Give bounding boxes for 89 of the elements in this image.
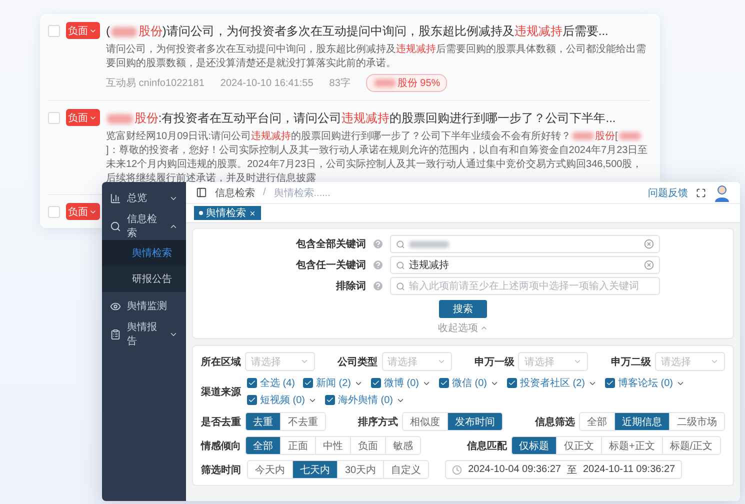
check-icon <box>508 379 516 387</box>
filter-label: 申万二级 <box>610 356 651 368</box>
keyword-field[interactable] <box>390 235 660 253</box>
search-icon <box>396 282 405 290</box>
filter-label: 是否去重 <box>201 416 241 428</box>
checkbox[interactable] <box>48 206 60 218</box>
sidebar-toggle-icon[interactable] <box>196 187 207 198</box>
option-tab[interactable]: 去重 <box>246 413 281 430</box>
check-icon <box>248 396 256 404</box>
fullscreen-icon[interactable] <box>696 188 706 198</box>
feedback-link[interactable]: 问题反馈 <box>648 186 688 200</box>
search-button[interactable]: 搜索 <box>439 300 487 318</box>
filter-label: 所在区域 <box>201 356 241 368</box>
channel-checkbox[interactable]: 微信 (0) <box>439 376 499 390</box>
search-icon <box>396 260 405 270</box>
breadcrumb-separator: / <box>263 187 266 198</box>
collapse-link[interactable]: 收起选项 <box>438 321 488 335</box>
check-icon <box>440 379 448 387</box>
check-icon <box>372 379 380 387</box>
chevron-down-icon <box>436 357 446 366</box>
checkbox[interactable] <box>48 25 60 37</box>
source-text: 互动易 cninfo1022181 <box>106 77 204 90</box>
option-tab[interactable]: 仅标题 <box>512 437 557 454</box>
match-tag: 股份 95% <box>366 74 448 92</box>
sidebar-subitem[interactable]: 舆情检索 <box>102 240 186 266</box>
keyword-field[interactable]: 违规减持 <box>390 256 660 274</box>
chevron-up-icon <box>480 324 488 332</box>
clear-icon[interactable] <box>644 239 654 249</box>
chevron-down-icon <box>573 357 582 366</box>
sentiment-tag[interactable]: 负面 <box>66 109 100 126</box>
option-tab[interactable]: 相似度 <box>403 413 448 430</box>
length-text: 83字 <box>329 76 350 90</box>
search-icon <box>396 240 405 248</box>
close-icon[interactable] <box>249 210 256 216</box>
clipboard-icon <box>110 328 121 340</box>
field-label: 包含任一关键词 <box>294 258 366 272</box>
sentiment-tag[interactable]: 负面 <box>66 203 100 220</box>
option-tab[interactable]: 今天内 <box>248 461 293 478</box>
time-text: 2024-10-10 16:41:55 <box>220 78 314 88</box>
filter-label: 筛选时间 <box>201 464 241 476</box>
filter-label: 申万一级 <box>474 356 514 368</box>
chevron-down-icon <box>300 357 309 366</box>
field-label: 排除词 <box>334 280 366 293</box>
breadcrumb-item[interactable]: 信息检索 <box>215 186 255 200</box>
option-tab[interactable]: 近期信息 <box>615 413 670 430</box>
check-icon <box>304 379 312 387</box>
help-icon[interactable] <box>372 259 384 271</box>
checkbox[interactable] <box>48 112 60 124</box>
option-tab[interactable]: 全部 <box>580 413 615 430</box>
sidebar-item[interactable]: 舆情监测 <box>102 292 186 320</box>
chevron-down-icon <box>710 357 719 366</box>
sidebar-item[interactable]: 信息检索 <box>102 212 186 240</box>
channel-checkbox[interactable]: 海外舆情 (0) <box>325 393 405 407</box>
result-summary: 请问公司，为何投资者多次在互动提问中询问，股东超比例减持及违规减持后需要回购的股票具体数额，公司都没能给出需要回购的股票数额，是还没算清楚还是就没打算落实此前的承诺。 <box>106 43 647 71</box>
filter-label: 信息匹配 <box>467 440 507 452</box>
check-icon <box>606 379 614 387</box>
date-range-field[interactable]: 2024-10-04 09:36:27 至 2024-10-11 09:36:27 <box>445 460 682 479</box>
avatar-icon[interactable] <box>714 184 730 202</box>
filter-label: 排序方式 <box>358 415 398 428</box>
field-label: 包含全部关键词 <box>294 238 366 251</box>
channel-checkbox[interactable]: 投资者社区 (2) <box>507 376 597 390</box>
check-icon <box>326 396 334 404</box>
filter-label: 情感倾向 <box>201 440 241 452</box>
filter-label: 信息筛选 <box>535 416 575 428</box>
channel-checkbox[interactable]: 全选 (4) <box>247 376 295 390</box>
sidebar-item[interactable]: 总览 <box>102 184 186 212</box>
page-tab[interactable]: 舆情检索 <box>194 206 261 220</box>
sidebar-subitem[interactable]: 研报公告 <box>102 266 186 292</box>
channel-checkbox[interactable]: 博客论坛 (0) <box>605 376 685 390</box>
option-tab[interactable]: 全部 <box>246 437 281 454</box>
search-icon <box>110 220 121 232</box>
channel-checkbox[interactable]: 短视频 (0) <box>247 393 317 407</box>
result-title[interactable]: 股份:有投资者在互动平台问，请问公司违规减持的股票回购进行到哪一步了？公司下半年... <box>106 109 650 127</box>
result-title[interactable]: ( 股份)请问公司，为何投资者多次在互动提问中询问，股东超比例减持及违规减持后需要... <box>106 22 650 40</box>
clock-icon <box>452 464 462 474</box>
option-tab[interactable]: 七天内 <box>293 461 338 478</box>
bar-chart-icon <box>110 192 121 204</box>
sentiment-tag[interactable]: 负面 <box>66 22 100 39</box>
clear-icon[interactable] <box>644 260 654 270</box>
help-icon[interactable] <box>372 238 384 250</box>
check-icon <box>248 379 256 387</box>
sidebar-item[interactable]: 舆情报告 <box>102 320 186 348</box>
filter-label: 渠道来源 <box>201 386 241 398</box>
option-tab[interactable]: 发布时间 <box>448 413 502 430</box>
eye-icon <box>110 300 121 312</box>
help-icon[interactable] <box>372 280 384 292</box>
filter-label: 公司类型 <box>338 356 378 368</box>
channel-checkbox[interactable]: 微博 (0) <box>371 376 431 390</box>
channel-checkbox[interactable]: 新闻 (2) <box>303 376 363 390</box>
